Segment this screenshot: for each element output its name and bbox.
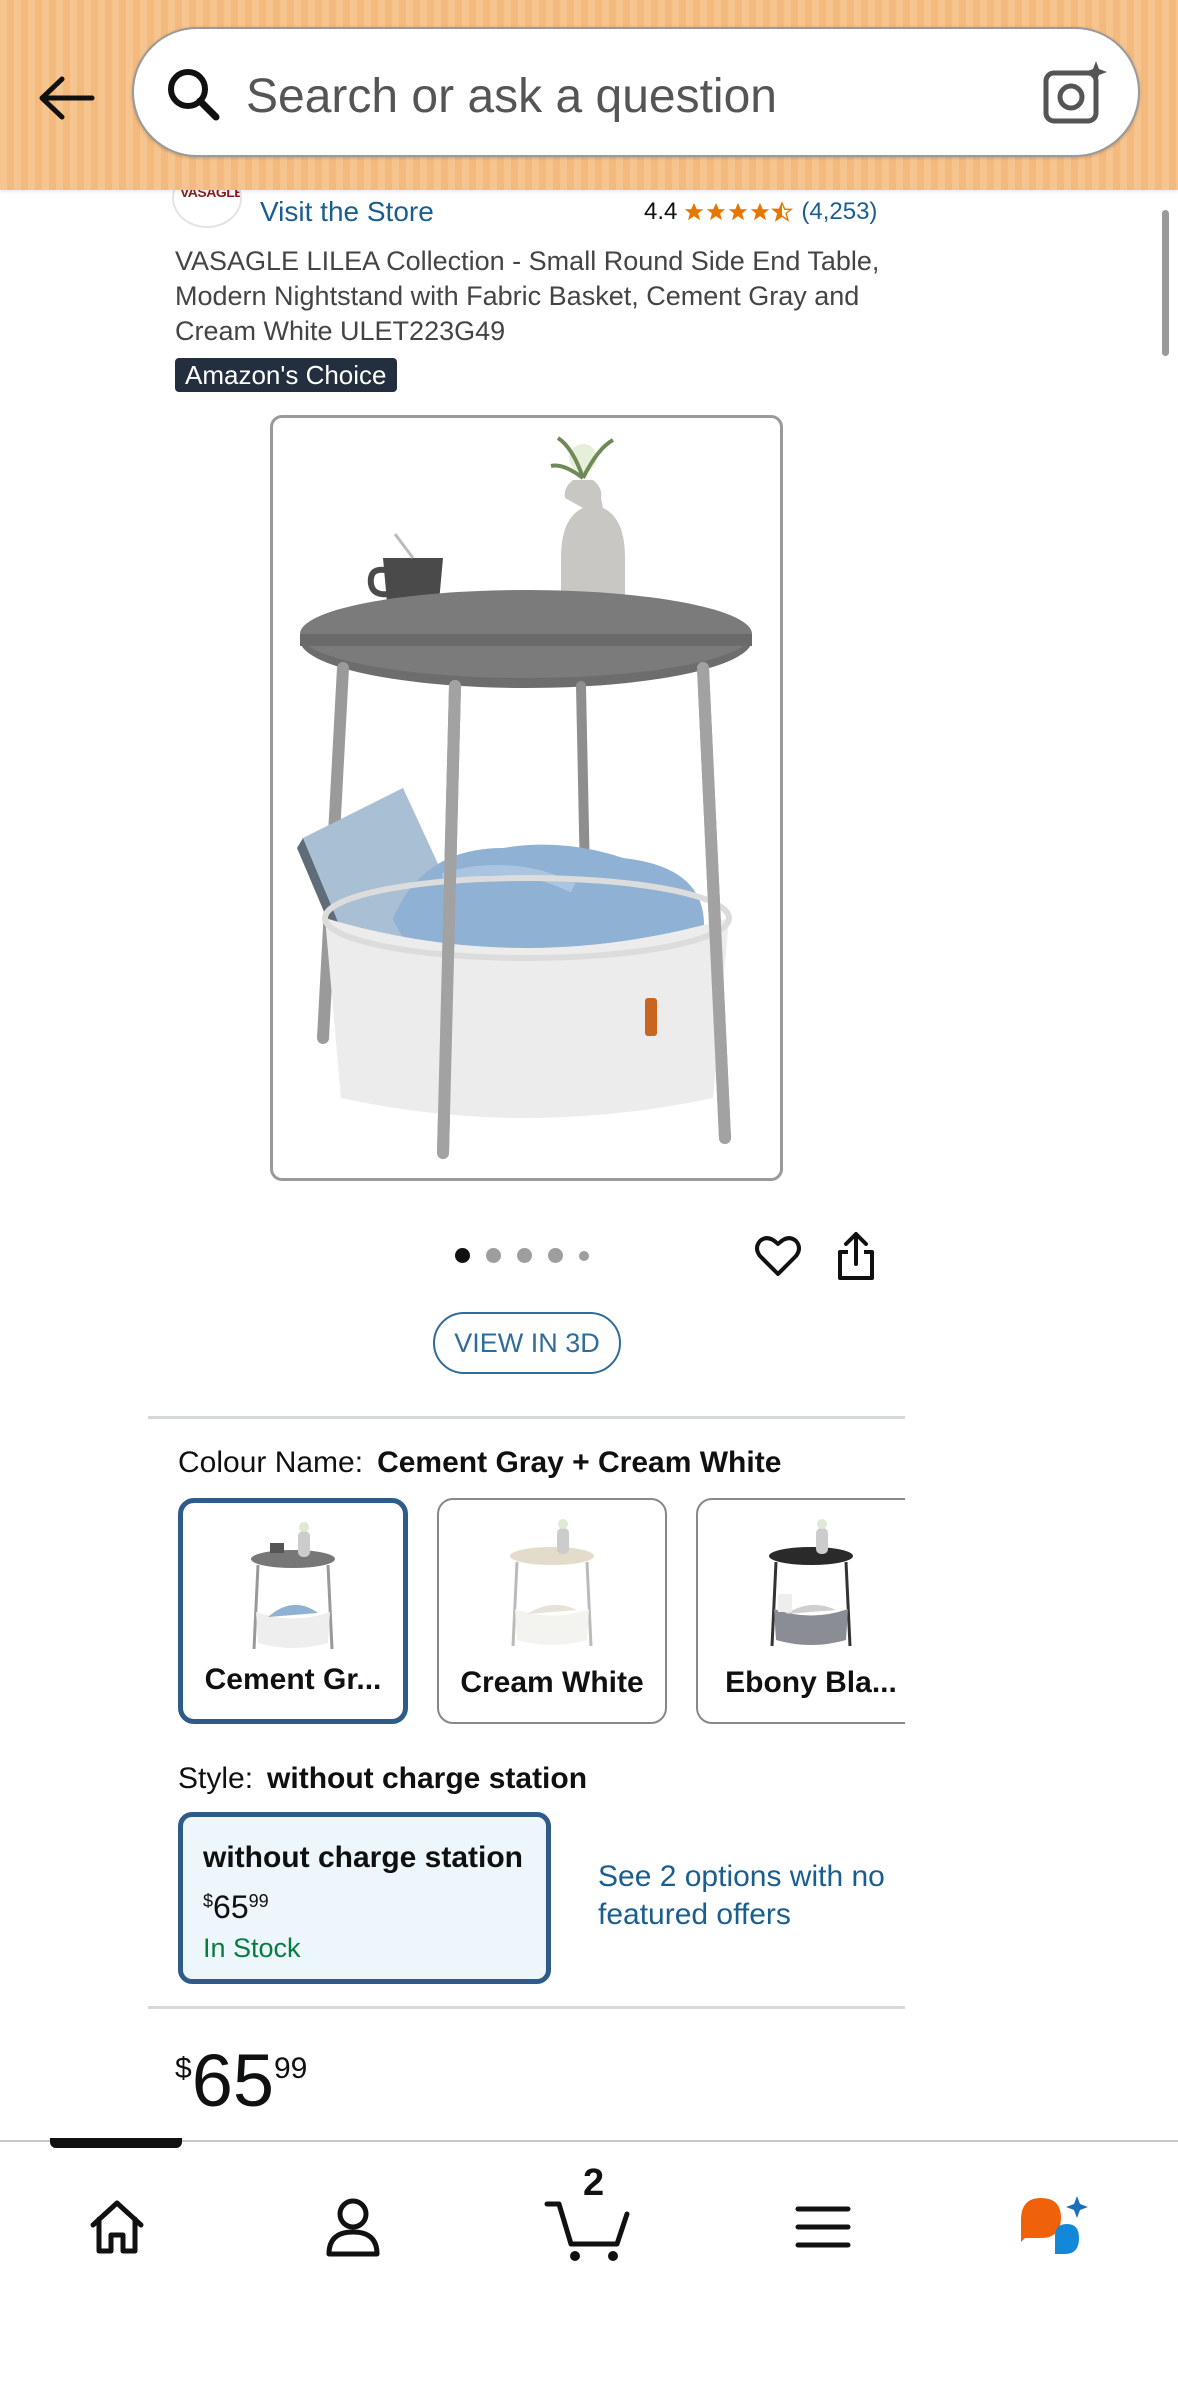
home-icon [90,2200,144,2254]
view-in-3d-button[interactable]: VIEW IN 3D [433,1312,621,1374]
cart-count-badge: 2 [583,2162,605,2204]
colour-swatches: Cement Gr... Cream White Ebony Bla... [178,1498,905,1726]
divider [148,1416,905,1419]
heart-icon[interactable] [754,1232,802,1280]
style-option-name: without charge station [203,1841,524,1874]
carousel-dot[interactable] [517,1248,532,1263]
back-button[interactable] [30,62,102,134]
swatch-label: Ebony Bla... [725,1666,897,1699]
swatch-thumbnail [251,1522,335,1650]
side-table-illustration [297,436,752,1159]
carousel-dot[interactable] [579,1250,589,1261]
star-rating [683,201,794,223]
style-option-price: $6599 [203,1889,269,1925]
colour-name-label: Colour Name: Cement Gray + Cream White [178,1446,782,1479]
swatch-label: Cream White [460,1666,644,1699]
carousel-dot[interactable] [455,1248,470,1263]
search-input[interactable]: Search or ask a question [246,69,777,124]
star-icon [751,202,770,221]
style-option-without-charge-station[interactable]: without charge station $6599 In Stock [178,1812,551,1984]
swatch-label: Cement Gr... [204,1663,382,1696]
search-bar[interactable]: Search or ask a question [132,27,1140,157]
product-image[interactable] [270,415,783,1181]
stock-status: In Stock [203,1933,301,1963]
top-header: Search or ask a question [0,0,1178,190]
rating-summary[interactable]: 4.4 (4,253) [644,198,877,226]
nav-menu[interactable] [773,2182,873,2272]
star-icon [685,202,704,221]
scrollbar[interactable] [1162,210,1169,356]
half-star-icon [771,201,794,222]
product-price: $6599 [175,2039,308,2122]
nav-account[interactable] [303,2182,403,2272]
menu-icon [795,2206,851,2248]
colour-swatch-ebony-black[interactable]: Ebony Bla... [696,1498,905,1724]
divider [148,2006,905,2009]
product-title: VASAGLE LILEA Collection - Small Round S… [175,246,880,346]
person-icon [326,2198,380,2257]
carousel-dot[interactable] [548,1248,563,1263]
visit-store-link[interactable]: Visit the Store [260,196,434,228]
rufus-assistant-icon [1021,2196,1088,2254]
colour-swatch-cement-gray[interactable]: Cement Gr... [178,1498,408,1724]
swatch-thumbnail [510,1519,594,1647]
carousel-dot[interactable] [486,1248,501,1263]
star-icon [707,202,726,221]
image-carousel-indicator[interactable] [455,1248,589,1263]
amazons-choice-badge: Amazon's Choice [175,358,397,392]
selected-colour: Cement Gray + Cream White [377,1446,782,1479]
search-icon [168,69,220,121]
nav-home[interactable] [67,2182,167,2272]
rating-value: 4.4 [644,198,678,225]
active-tab-indicator [50,2138,182,2148]
rating-count[interactable]: (4,253) [801,198,877,226]
share-icon[interactable] [834,1230,878,1282]
star-icon [729,202,748,221]
nav-rufus-assistant[interactable] [1005,2182,1105,2272]
colour-swatch-cream-white[interactable]: Cream White [437,1498,667,1724]
back-arrow-icon [39,76,95,120]
camera-search-icon[interactable] [1040,59,1110,129]
style-label: Style: without charge station [178,1762,588,1795]
selected-style: without charge station [267,1762,588,1795]
see-options-link[interactable]: See 2 options with no featured offers [598,1858,888,1934]
swatch-thumbnail [769,1519,853,1647]
